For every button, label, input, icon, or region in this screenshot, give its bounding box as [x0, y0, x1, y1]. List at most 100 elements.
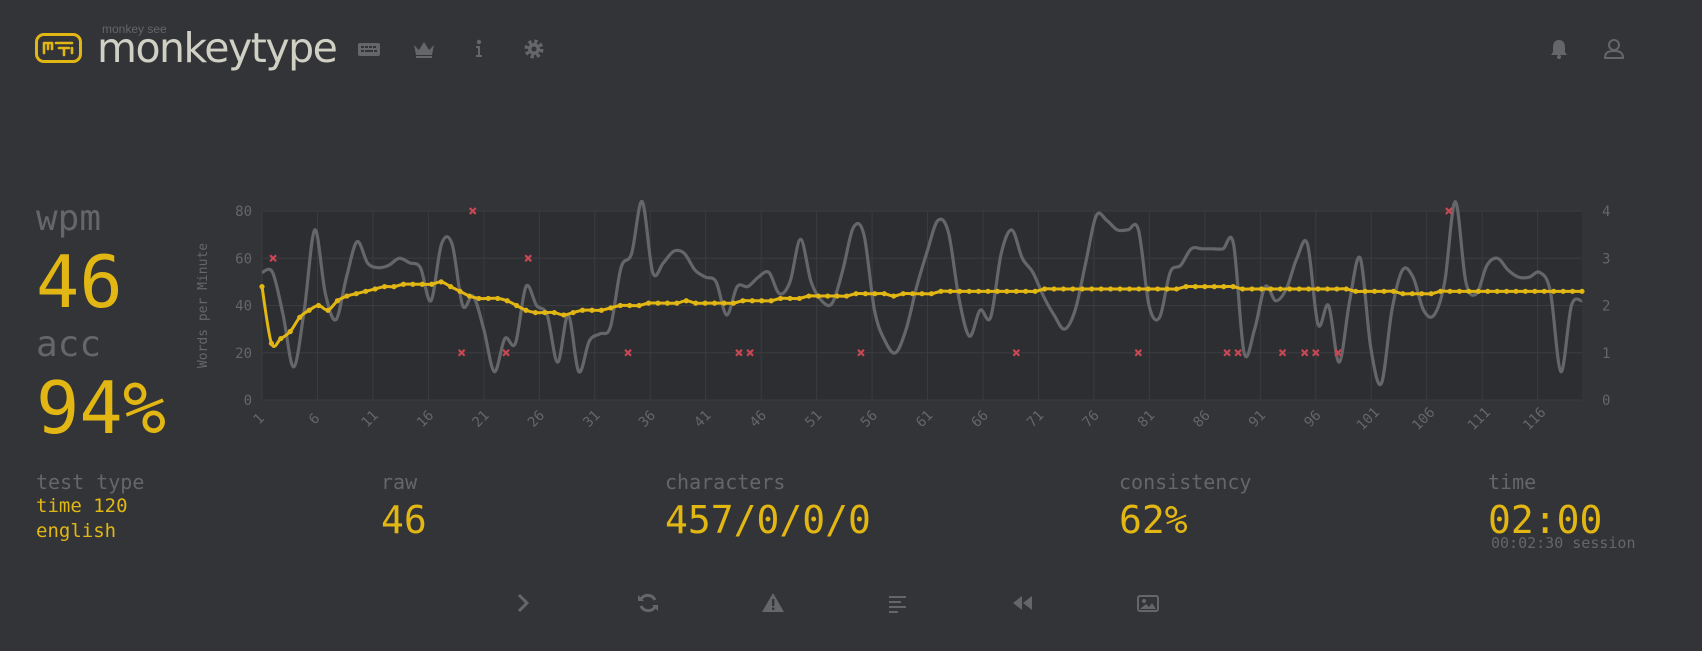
chart-point-wpm — [523, 307, 529, 313]
screenshot-icon[interactable] — [1135, 590, 1161, 616]
chart-point-wpm — [447, 284, 454, 290]
chart-point-wpm — [1296, 286, 1302, 292]
chart-point-wpm — [730, 300, 737, 306]
test-type-language: english — [36, 520, 117, 542]
chart-point-wpm — [938, 288, 944, 294]
chart-point-wpm — [1409, 291, 1415, 297]
logo[interactable]: monkey see monkeytype — [35, 22, 395, 72]
chart-point-wpm — [721, 300, 727, 306]
chart-point-wpm — [1324, 286, 1331, 292]
chart-point-wpm — [1051, 286, 1057, 292]
characters-value: 457/0/0/0 — [665, 498, 871, 542]
chart-y2-tick-label: 0 — [1602, 393, 1610, 409]
chart-x-tick-label: 56 — [858, 408, 881, 431]
chart-point-wpm — [551, 309, 557, 316]
chart-point-wpm — [957, 288, 963, 294]
chart-point-wpm — [1541, 288, 1547, 294]
chart-point-wpm — [1136, 286, 1142, 292]
chart-point-wpm — [1239, 286, 1246, 292]
user-icon[interactable] — [1601, 36, 1627, 62]
bell-icon[interactable] — [1546, 36, 1572, 62]
chart-point-wpm — [1013, 288, 1019, 294]
chart-y2-tick-label: 3 — [1602, 251, 1610, 267]
chart-point-wpm — [1466, 288, 1472, 294]
chart-point-wpm — [909, 291, 916, 297]
chart-point-wpm — [1230, 284, 1236, 290]
test-type: test type time 120 english — [36, 470, 144, 544]
chart-point-wpm — [674, 300, 680, 306]
chart-point-wpm — [636, 302, 642, 309]
chart-point-wpm — [1513, 288, 1519, 294]
acc-label: acc — [36, 324, 102, 365]
chart-point-wpm — [900, 291, 906, 297]
chart-point-wpm — [740, 298, 746, 304]
chart-point-wpm — [1041, 286, 1048, 292]
chart-point-wpm — [1173, 286, 1180, 292]
gear-icon[interactable] — [521, 36, 547, 62]
chart-point-wpm — [834, 293, 840, 299]
chart-y-tick-label: 0 — [244, 393, 252, 409]
chart-point-wpm — [542, 309, 548, 316]
keyboard-icon[interactable] — [356, 36, 382, 62]
chart-point-wpm — [693, 300, 699, 306]
chart-point-wpm — [1456, 288, 1463, 294]
chart-point-wpm — [495, 295, 501, 302]
logo-icon — [35, 33, 82, 63]
chart-y-axis-label: Words per Minute — [196, 243, 211, 368]
info-icon[interactable] — [466, 36, 492, 62]
replay-icon[interactable] — [1010, 590, 1036, 616]
chart-point-wpm — [787, 295, 793, 302]
chart-point-wpm — [268, 340, 275, 346]
crown-icon[interactable] — [411, 36, 437, 62]
session-time: 00:02:30 session — [1491, 534, 1636, 552]
chart-y2-tick-label: 2 — [1602, 299, 1610, 315]
chart-x-tick-label: 66 — [969, 408, 992, 431]
chart-y-tick-label: 60 — [235, 251, 252, 267]
chart-point-wpm — [815, 293, 821, 299]
logo-text: monkeytype — [97, 24, 338, 72]
chart-point-wpm — [344, 293, 350, 299]
chart-point-wpm — [1221, 284, 1227, 290]
chart-point-wpm — [1551, 288, 1557, 294]
wpm-label: wpm — [36, 198, 102, 239]
chart-point-wpm — [419, 281, 425, 287]
chart-point-wpm — [617, 302, 623, 309]
time-stat: time 02:00 — [1488, 470, 1602, 542]
chart-point-wpm — [259, 284, 265, 290]
chart-point-wpm — [532, 309, 539, 316]
chart-point-wpm — [429, 281, 435, 287]
chart-point-wpm — [297, 314, 303, 320]
chart-point-wpm — [768, 298, 774, 304]
time-label: time — [1488, 470, 1537, 494]
chart-point-wpm — [1362, 288, 1368, 294]
chart-point-wpm — [570, 309, 576, 316]
chart-point-wpm — [1437, 288, 1444, 294]
chart-point-wpm — [1117, 286, 1123, 292]
restart-icon[interactable] — [635, 590, 661, 616]
words-history-icon[interactable] — [885, 590, 911, 616]
chart-point-wpm — [1560, 288, 1566, 294]
chart-point-wpm — [1249, 286, 1255, 292]
chart-point-wpm — [353, 291, 359, 297]
next-test-icon[interactable] — [510, 590, 536, 616]
chart-point-wpm — [1192, 284, 1199, 290]
chart-point-wpm — [579, 307, 586, 313]
chart-point-wpm — [1155, 286, 1161, 292]
chart-point-wpm — [410, 281, 416, 287]
wpm-chart: 020406080012341 6 11 16 21 26 31 36 41 46 51 56 61 66… — [196, 199, 1610, 434]
chart-point-wpm — [278, 335, 284, 342]
chart-point-wpm — [1485, 288, 1491, 294]
chart-point-wpm — [1126, 286, 1133, 292]
chart-point-wpm — [1070, 286, 1076, 292]
chart-point-wpm — [1023, 288, 1029, 294]
chart-point-wpm — [749, 298, 755, 304]
chart-point-wpm — [1315, 286, 1321, 292]
chart-point-wpm — [457, 288, 463, 294]
chart-x-tick-label: 11 — [358, 408, 381, 431]
chart-x-tick-label: 71 — [1024, 408, 1047, 431]
chart-point-wpm — [919, 291, 925, 297]
chart-x-tick-label: 1 — [251, 411, 268, 428]
chart-point-wpm — [513, 302, 520, 309]
warning-icon[interactable] — [760, 590, 786, 616]
chart-point-wpm — [664, 300, 671, 306]
